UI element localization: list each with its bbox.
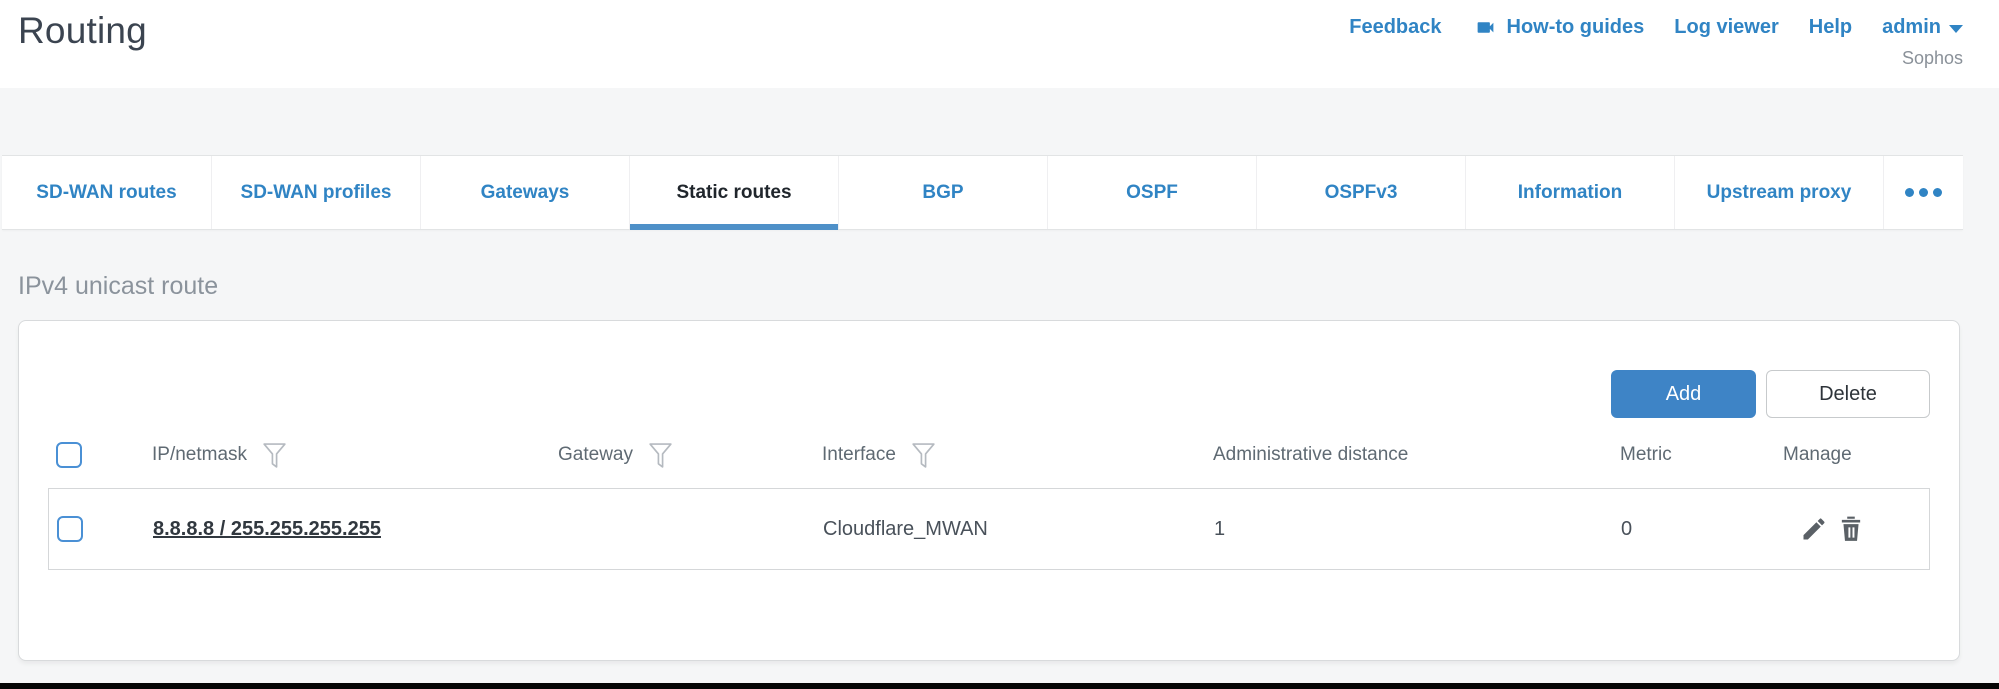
- page-title: Routing: [18, 10, 147, 52]
- tab-bgp[interactable]: BGP: [838, 156, 1047, 229]
- top-header: Routing Feedback How-to guides Log viewe…: [0, 0, 1999, 88]
- tab-gateways[interactable]: Gateways: [420, 156, 629, 229]
- org-name: Sophos: [1902, 48, 1963, 69]
- user-menu-label: admin: [1882, 16, 1941, 39]
- help-link[interactable]: Help: [1809, 16, 1852, 39]
- row-checkbox[interactable]: [57, 516, 83, 542]
- ipv4-unicast-route-panel: Add Delete IP/netmask Gateway Interface …: [18, 320, 1960, 661]
- table-row: 8.8.8.8 / 255.255.255.255 Cloudflare_MWA…: [48, 488, 1930, 570]
- header-nav: Feedback How-to guides Log viewer Help a…: [1349, 16, 1963, 69]
- table-header-row: IP/netmask Gateway Interface Administrat…: [48, 428, 1930, 482]
- tab-static-routes[interactable]: Static routes: [629, 156, 838, 229]
- add-button[interactable]: Add: [1611, 370, 1756, 418]
- filter-funnel-icon[interactable]: [262, 442, 287, 469]
- route-interface-value: Cloudflare_MWAN: [823, 518, 1214, 541]
- more-tabs-button[interactable]: [1883, 156, 1963, 229]
- trash-icon[interactable]: [1837, 515, 1865, 543]
- column-header-interface: Interface: [822, 444, 896, 466]
- filter-funnel-icon[interactable]: [648, 442, 673, 469]
- filter-funnel-icon[interactable]: [911, 442, 936, 469]
- chevron-down-icon: [1949, 25, 1963, 33]
- howto-guides-link[interactable]: How-to guides: [1472, 16, 1645, 39]
- pencil-icon[interactable]: [1800, 515, 1828, 543]
- select-all-checkbox[interactable]: [56, 442, 82, 468]
- routing-tabs: SD-WAN routes SD-WAN profiles Gateways S…: [2, 155, 1963, 230]
- tab-sdwan-profiles[interactable]: SD-WAN profiles: [211, 156, 420, 229]
- column-header-ip-netmask: IP/netmask: [152, 444, 247, 466]
- route-administrative-distance-value: 1: [1214, 518, 1621, 541]
- tab-ospf[interactable]: OSPF: [1047, 156, 1256, 229]
- howto-guides-label: How-to guides: [1507, 16, 1645, 39]
- table-toolbar: Add Delete: [48, 370, 1930, 418]
- column-header-administrative-distance: Administrative distance: [1213, 444, 1408, 466]
- tab-sdwan-routes[interactable]: SD-WAN routes: [2, 156, 211, 229]
- ellipsis-icon: [1905, 188, 1914, 197]
- video-camera-icon: [1472, 17, 1499, 38]
- route-ip-netmask-link[interactable]: 8.8.8.8 / 255.255.255.255: [153, 518, 381, 540]
- tab-ospfv3[interactable]: OSPFv3: [1256, 156, 1465, 229]
- tab-information[interactable]: Information: [1465, 156, 1674, 229]
- route-metric-value: 0: [1621, 518, 1784, 541]
- bottom-edge-bar: [0, 683, 1999, 689]
- ellipsis-icon: [1919, 188, 1928, 197]
- log-viewer-link[interactable]: Log viewer: [1674, 16, 1778, 39]
- column-header-gateway: Gateway: [558, 444, 633, 466]
- column-header-manage: Manage: [1783, 444, 1852, 466]
- column-header-metric: Metric: [1620, 444, 1672, 466]
- section-title: IPv4 unicast route: [18, 272, 218, 301]
- feedback-link[interactable]: Feedback: [1349, 16, 1441, 39]
- delete-button[interactable]: Delete: [1766, 370, 1930, 418]
- ellipsis-icon: [1933, 188, 1942, 197]
- user-menu[interactable]: admin: [1882, 16, 1963, 39]
- tab-upstream-proxy[interactable]: Upstream proxy: [1674, 156, 1883, 229]
